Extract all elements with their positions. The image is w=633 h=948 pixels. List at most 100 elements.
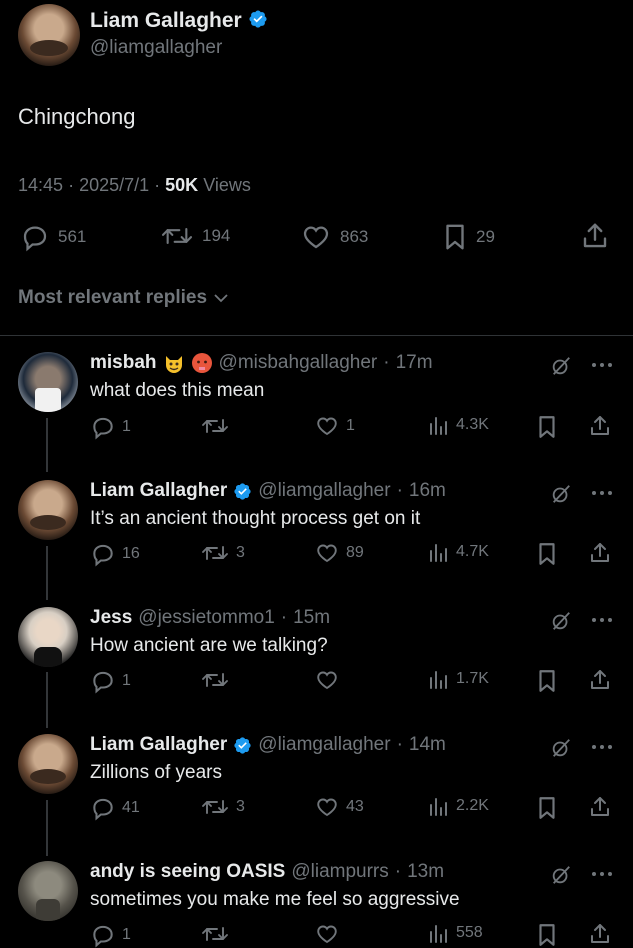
share-icon: [588, 541, 612, 565]
reply-author-name[interactable]: Liam Gallagher: [90, 734, 227, 756]
reply-author-handle[interactable]: @jessietommo1: [138, 607, 275, 629]
reply-time[interactable]: 14m: [409, 734, 446, 756]
views-button[interactable]: 558: [428, 922, 483, 944]
repost-icon: [160, 222, 194, 250]
views-button[interactable]: 1.7K: [428, 668, 489, 690]
grok-icon[interactable]: [550, 737, 572, 759]
reply-author-handle[interactable]: @liamgallagher: [258, 734, 390, 756]
repost-button[interactable]: [200, 414, 236, 438]
grok-icon[interactable]: [550, 483, 572, 505]
more-options-icon[interactable]: [590, 489, 614, 497]
bookmark-button[interactable]: [536, 922, 558, 948]
reply-header: andy is seeing OASIS @liampurrs · 13m: [90, 861, 444, 883]
share-icon: [588, 414, 612, 438]
views-icon: [428, 541, 450, 563]
share-button[interactable]: [588, 541, 612, 565]
smiling-cat-emoji-icon: [163, 352, 185, 374]
reply-header: Liam Gallagher @liamgallagher · 16m: [90, 480, 446, 502]
repost-count: 3: [236, 798, 245, 815]
reply-avatar[interactable]: [18, 861, 78, 921]
reply-icon: [90, 795, 116, 821]
views-button[interactable]: 4.3K: [428, 414, 489, 436]
reply-avatar[interactable]: [18, 734, 78, 794]
reply-author-handle[interactable]: @misbahgallagher: [219, 352, 378, 374]
repost-icon: [200, 795, 230, 819]
heart-icon: [314, 541, 340, 565]
more-options-icon[interactable]: [590, 743, 614, 751]
share-button[interactable]: [588, 922, 612, 946]
bookmark-icon: [536, 922, 558, 948]
repost-button[interactable]: [200, 922, 236, 946]
reply-button[interactable]: 561: [20, 222, 86, 252]
reply-icon: [90, 922, 116, 948]
like-button[interactable]: [314, 922, 346, 946]
reply-author-name[interactable]: Liam Gallagher: [90, 480, 227, 502]
bookmark-button[interactable]: [536, 414, 558, 440]
chevron-down-icon: [213, 292, 229, 304]
share-button[interactable]: [580, 221, 610, 251]
reply-time[interactable]: 15m: [293, 607, 330, 629]
reply-time[interactable]: 16m: [409, 480, 446, 502]
reply-button[interactable]: 1: [90, 668, 131, 694]
share-button[interactable]: [588, 795, 612, 819]
repost-button[interactable]: 194: [160, 222, 230, 250]
bookmark-button[interactable]: [536, 668, 558, 694]
views-count: 4.7K: [456, 543, 489, 560]
thread-line: [46, 800, 48, 856]
bookmark-icon: [536, 541, 558, 567]
post-time[interactable]: 14:45: [18, 175, 63, 195]
replies-sort-dropdown[interactable]: Most relevant replies: [18, 287, 229, 309]
reply-avatar[interactable]: [18, 352, 78, 412]
grok-icon[interactable]: [550, 864, 572, 886]
repost-button[interactable]: 3: [200, 541, 245, 565]
repost-button[interactable]: [200, 668, 236, 692]
reply-button[interactable]: 1: [90, 414, 131, 440]
reply-count: 16: [122, 545, 140, 562]
share-icon: [588, 795, 612, 819]
bookmark-button[interactable]: 29: [442, 222, 495, 252]
like-count: 863: [340, 227, 369, 246]
reply-avatar[interactable]: [18, 480, 78, 540]
like-count: 43: [346, 798, 364, 815]
more-options-icon[interactable]: [590, 616, 614, 624]
reply-button[interactable]: 1: [90, 922, 131, 948]
reply-author-handle[interactable]: @liamgallagher: [258, 480, 390, 502]
reply-button[interactable]: 41: [90, 795, 140, 821]
author-name[interactable]: Liam Gallagher: [90, 9, 242, 32]
reply-time[interactable]: 13m: [407, 861, 444, 883]
reply-text: sometimes you make me feel so aggressive: [90, 889, 460, 910]
like-button[interactable]: 1: [314, 414, 355, 438]
like-button[interactable]: 43: [314, 795, 364, 819]
reply-button[interactable]: 16: [90, 541, 140, 567]
views-icon: [428, 668, 450, 690]
heart-icon: [314, 668, 340, 692]
reply-author-name[interactable]: misbah: [90, 352, 157, 374]
author-name-row[interactable]: Liam Gallagher: [90, 9, 268, 33]
views-icon: [428, 795, 450, 817]
repost-button[interactable]: 3: [200, 795, 245, 819]
views-button[interactable]: 2.2K: [428, 795, 489, 817]
grok-icon[interactable]: [550, 610, 572, 632]
reply-author-name[interactable]: Jess: [90, 607, 132, 629]
author-handle[interactable]: @liamgallagher: [90, 37, 222, 59]
views-button[interactable]: 4.7K: [428, 541, 489, 563]
bookmark-button[interactable]: [536, 541, 558, 567]
reply-author-handle[interactable]: @liampurrs: [291, 861, 388, 883]
bookmark-button[interactable]: [536, 795, 558, 821]
post-date[interactable]: 2025/7/1: [79, 175, 149, 195]
repost-icon: [200, 668, 230, 692]
grok-icon[interactable]: [550, 355, 572, 377]
more-options-icon[interactable]: [590, 361, 614, 369]
meta-separator: ·: [280, 607, 288, 628]
like-button[interactable]: 863: [300, 222, 368, 252]
share-button[interactable]: [588, 668, 612, 692]
like-button[interactable]: 89: [314, 541, 364, 565]
reply-time[interactable]: 17m: [396, 352, 433, 374]
like-button[interactable]: [314, 668, 346, 692]
more-options-icon[interactable]: [590, 870, 614, 878]
reply-author-name[interactable]: andy is seeing OASIS: [90, 861, 285, 883]
author-avatar[interactable]: [18, 4, 80, 66]
reply-avatar[interactable]: [18, 607, 78, 667]
repost-icon: [200, 541, 230, 565]
share-button[interactable]: [588, 414, 612, 438]
